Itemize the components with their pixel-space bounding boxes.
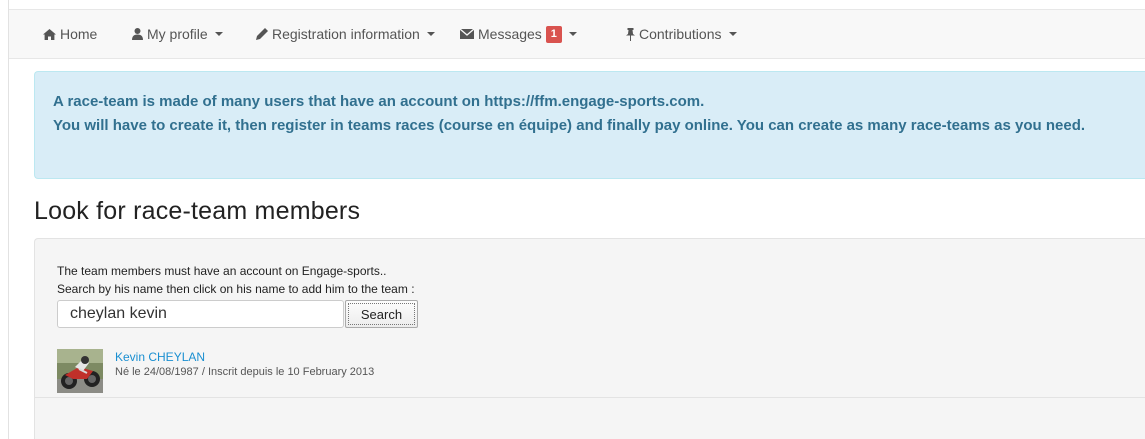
home-icon: [43, 28, 56, 40]
nav-messages-label: Messages: [478, 26, 542, 42]
user-icon: [132, 28, 143, 40]
alert-line-2: You will have to create it, then registe…: [53, 117, 1086, 134]
avatar: [57, 349, 103, 393]
nav-registration-label: Registration information: [272, 26, 420, 42]
info-alert: A race-team is made of many users that h…: [34, 71, 1145, 179]
search-panel: The team members must have an account on…: [34, 238, 1145, 439]
chevron-down-icon: [214, 32, 223, 36]
nav-home-label: Home: [60, 26, 98, 42]
pushpin-icon: [626, 27, 635, 41]
nav-my-profile[interactable]: My profile: [132, 10, 223, 58]
envelope-icon: [460, 29, 474, 39]
result-meta: Né le 24/08/1987 / Inscrit depuis le 10 …: [115, 366, 375, 378]
chevron-down-icon: [568, 32, 577, 36]
search-button[interactable]: Search: [345, 300, 418, 328]
nav-my-profile-label: My profile: [147, 26, 208, 42]
chevron-down-icon: [728, 32, 737, 36]
nav-home[interactable]: Home: [43, 10, 97, 58]
search-help-line-1: The team members must have an account on…: [57, 264, 387, 278]
page-title: Look for race-team members: [34, 197, 361, 225]
nav-contributions[interactable]: Contributions: [626, 10, 737, 58]
messages-count-badge: 1: [545, 25, 562, 43]
pencil-icon: [256, 28, 268, 40]
result-name-link[interactable]: Kevin CHEYLAN: [115, 350, 205, 364]
nav-contributions-label: Contributions: [639, 26, 722, 42]
chevron-down-icon: [426, 32, 435, 36]
search-help-line-2: Search by his name then click on his nam…: [57, 282, 415, 296]
top-navbar: Home My profile Registration information…: [9, 9, 1145, 59]
alert-line-1: A race-team is made of many users that h…: [53, 93, 705, 110]
nav-registration-information[interactable]: Registration information: [256, 10, 435, 58]
search-result-item[interactable]: Kevin CHEYLAN Né le 24/08/1987 / Inscrit…: [57, 349, 477, 393]
page-left-border: [8, 0, 9, 439]
divider: [35, 397, 1145, 398]
nav-messages[interactable]: Messages 1: [460, 10, 577, 58]
member-search-input[interactable]: [57, 300, 344, 328]
